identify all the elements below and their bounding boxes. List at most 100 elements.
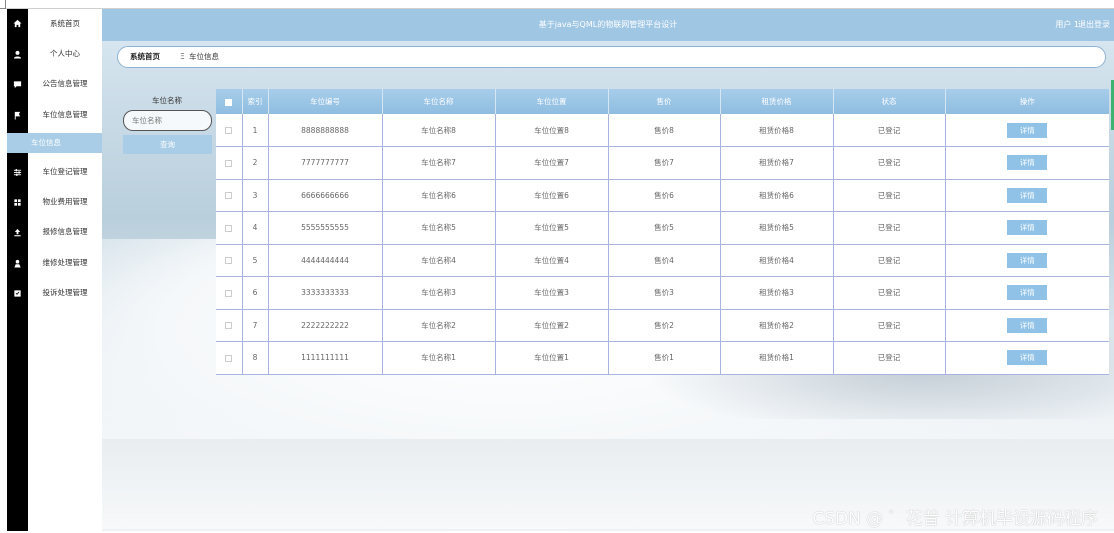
cell-action: 详情 [945, 114, 1109, 147]
row-select-cell[interactable] [216, 114, 243, 147]
cell-rent: 租赁价格1 [720, 341, 834, 375]
cell-location: 车位位置5 [495, 211, 609, 245]
sidebar-item-parking-info[interactable]: 车位信息 [7, 133, 102, 153]
cell-price: 售价3 [608, 276, 721, 310]
column-header-index: 索引 [242, 89, 269, 114]
user-icon[interactable] [7, 44, 28, 64]
cell-status: 已登记 [833, 179, 946, 212]
window-top-border [0, 0, 1114, 9]
cell-status: 已登记 [833, 309, 946, 342]
table-header-row: 索引 车位编号 车位名称 车位位置 售价 租赁价格 状态 操作 [216, 89, 1109, 114]
detail-button[interactable]: 详情 [1007, 122, 1048, 138]
sidebar-item-profile[interactable]: 个人中心 [28, 44, 102, 64]
sidebar-item-complaint[interactable]: 投诉处理管理 [28, 283, 102, 303]
table-row: 1 8888888888 车位名称8 车位位置8 售价8 租赁价格8 已登记 详… [216, 114, 1109, 147]
row-checkbox[interactable] [225, 127, 233, 134]
row-checkbox[interactable] [225, 322, 233, 330]
row-checkbox[interactable] [225, 354, 233, 362]
cell-rent: 租赁价格6 [720, 179, 834, 212]
sidebar-icon-bar [7, 9, 28, 531]
cell-rent: 租赁价格5 [720, 211, 834, 245]
table-row: 3 6666666666 车位名称6 车位位置6 售价6 租赁价格6 已登记 详… [216, 179, 1109, 212]
detail-button[interactable]: 详情 [1007, 220, 1048, 236]
cell-index: 5 [242, 244, 269, 277]
sidebar-item-property-fee[interactable]: 物业费用管理 [28, 192, 102, 212]
search-input[interactable] [123, 110, 212, 131]
detail-button[interactable]: 详情 [1007, 252, 1048, 268]
sidebar-item-parking-registration[interactable]: 车位登记管理 [28, 162, 102, 182]
home-icon[interactable] [7, 13, 28, 33]
detail-button[interactable]: 详情 [1007, 285, 1048, 301]
column-header-name: 车位名称 [382, 89, 496, 114]
cell-price: 售价1 [608, 341, 721, 375]
cell-number: 4444444444 [268, 244, 383, 277]
cell-location: 车位位置3 [495, 276, 609, 310]
cell-action: 详情 [945, 146, 1109, 180]
table-row: 5 4444444444 车位名称4 车位位置4 售价4 租赁价格4 已登记 详… [216, 244, 1109, 277]
cell-price: 售价7 [608, 146, 721, 180]
sidebar-item-maintenance[interactable]: 维修处理管理 [28, 253, 102, 273]
logout-link[interactable]: 退出登录 [1078, 9, 1110, 41]
cell-action: 详情 [945, 341, 1109, 375]
sidebar-item-repair-info[interactable]: 报修信息管理 [28, 222, 102, 242]
row-select-cell[interactable] [216, 309, 243, 342]
cell-location: 车位位置2 [495, 309, 609, 342]
sidebar-item-parking-management[interactable]: 车位信息管理 [28, 105, 102, 125]
cell-location: 车位位置8 [495, 114, 609, 147]
cell-status: 已登记 [833, 341, 946, 375]
page-title: 基于java与QML的物联网管理平台设计 [538, 20, 678, 29]
cell-number: 2222222222 [268, 309, 383, 342]
cell-status: 已登记 [833, 276, 946, 310]
row-checkbox[interactable] [225, 289, 233, 297]
detail-button[interactable]: 详情 [1007, 187, 1048, 203]
cell-rent: 租赁价格7 [720, 146, 834, 180]
flag-icon[interactable] [7, 105, 28, 125]
cell-name: 车位名称1 [382, 341, 496, 375]
row-checkbox[interactable] [225, 159, 233, 167]
detail-button[interactable]: 详情 [1007, 350, 1048, 366]
row-select-cell[interactable] [216, 341, 243, 375]
checkbox-icon[interactable] [7, 283, 28, 303]
sidebar-item-home[interactable]: 系统首页 [28, 14, 102, 34]
breadcrumb: 系统首页 Ξ 车位信息 [117, 46, 1106, 68]
select-all-header[interactable] [216, 89, 243, 114]
row-select-cell[interactable] [216, 276, 243, 310]
row-checkbox[interactable] [225, 257, 233, 265]
cell-price: 售价5 [608, 211, 721, 245]
cell-index: 8 [242, 341, 269, 375]
row-select-cell[interactable] [216, 146, 243, 180]
cell-price: 售价2 [608, 309, 721, 342]
cell-status: 已登记 [833, 244, 946, 277]
row-select-cell[interactable] [216, 244, 243, 277]
row-select-cell[interactable] [216, 211, 243, 245]
sliders-icon[interactable] [7, 162, 28, 182]
breadcrumb-home[interactable]: 系统首页 [130, 47, 160, 67]
row-select-cell[interactable] [216, 179, 243, 212]
cell-action: 详情 [945, 276, 1109, 310]
cell-number: 3333333333 [268, 276, 383, 310]
cell-action: 详情 [945, 244, 1109, 277]
search-button[interactable]: 查询 [123, 135, 212, 154]
person-icon[interactable] [7, 253, 28, 273]
comment-icon[interactable] [7, 74, 28, 94]
parking-table: 索引 车位编号 车位名称 车位位置 售价 租赁价格 状态 操作 1 888888… [216, 89, 1109, 375]
watermark-text: CSDN @ ゛花昔 计算机毕设源码程序 [812, 509, 1098, 529]
cell-index: 6 [242, 276, 269, 310]
search-label: 车位名称 [152, 96, 182, 105]
column-header-location: 车位位置 [495, 89, 609, 114]
select-all-checkbox[interactable] [225, 98, 233, 106]
cell-name: 车位名称8 [382, 114, 496, 147]
table-row: 2 7777777777 车位名称7 车位位置7 售价7 租赁价格7 已登记 详… [216, 146, 1109, 180]
upload-icon[interactable] [7, 222, 28, 242]
cell-status: 已登记 [833, 114, 946, 147]
cell-location: 车位位置7 [495, 146, 609, 180]
row-checkbox[interactable] [225, 224, 233, 232]
sidebar-item-notice-management[interactable]: 公告信息管理 [28, 74, 102, 94]
cell-location: 车位位置4 [495, 244, 609, 277]
grid-icon[interactable] [7, 192, 28, 212]
detail-button[interactable]: 详情 [1007, 317, 1048, 333]
current-user: 用户 1 [1055, 20, 1079, 29]
row-checkbox[interactable] [225, 192, 233, 200]
detail-button[interactable]: 详情 [1007, 155, 1048, 171]
cell-index: 1 [242, 114, 269, 147]
